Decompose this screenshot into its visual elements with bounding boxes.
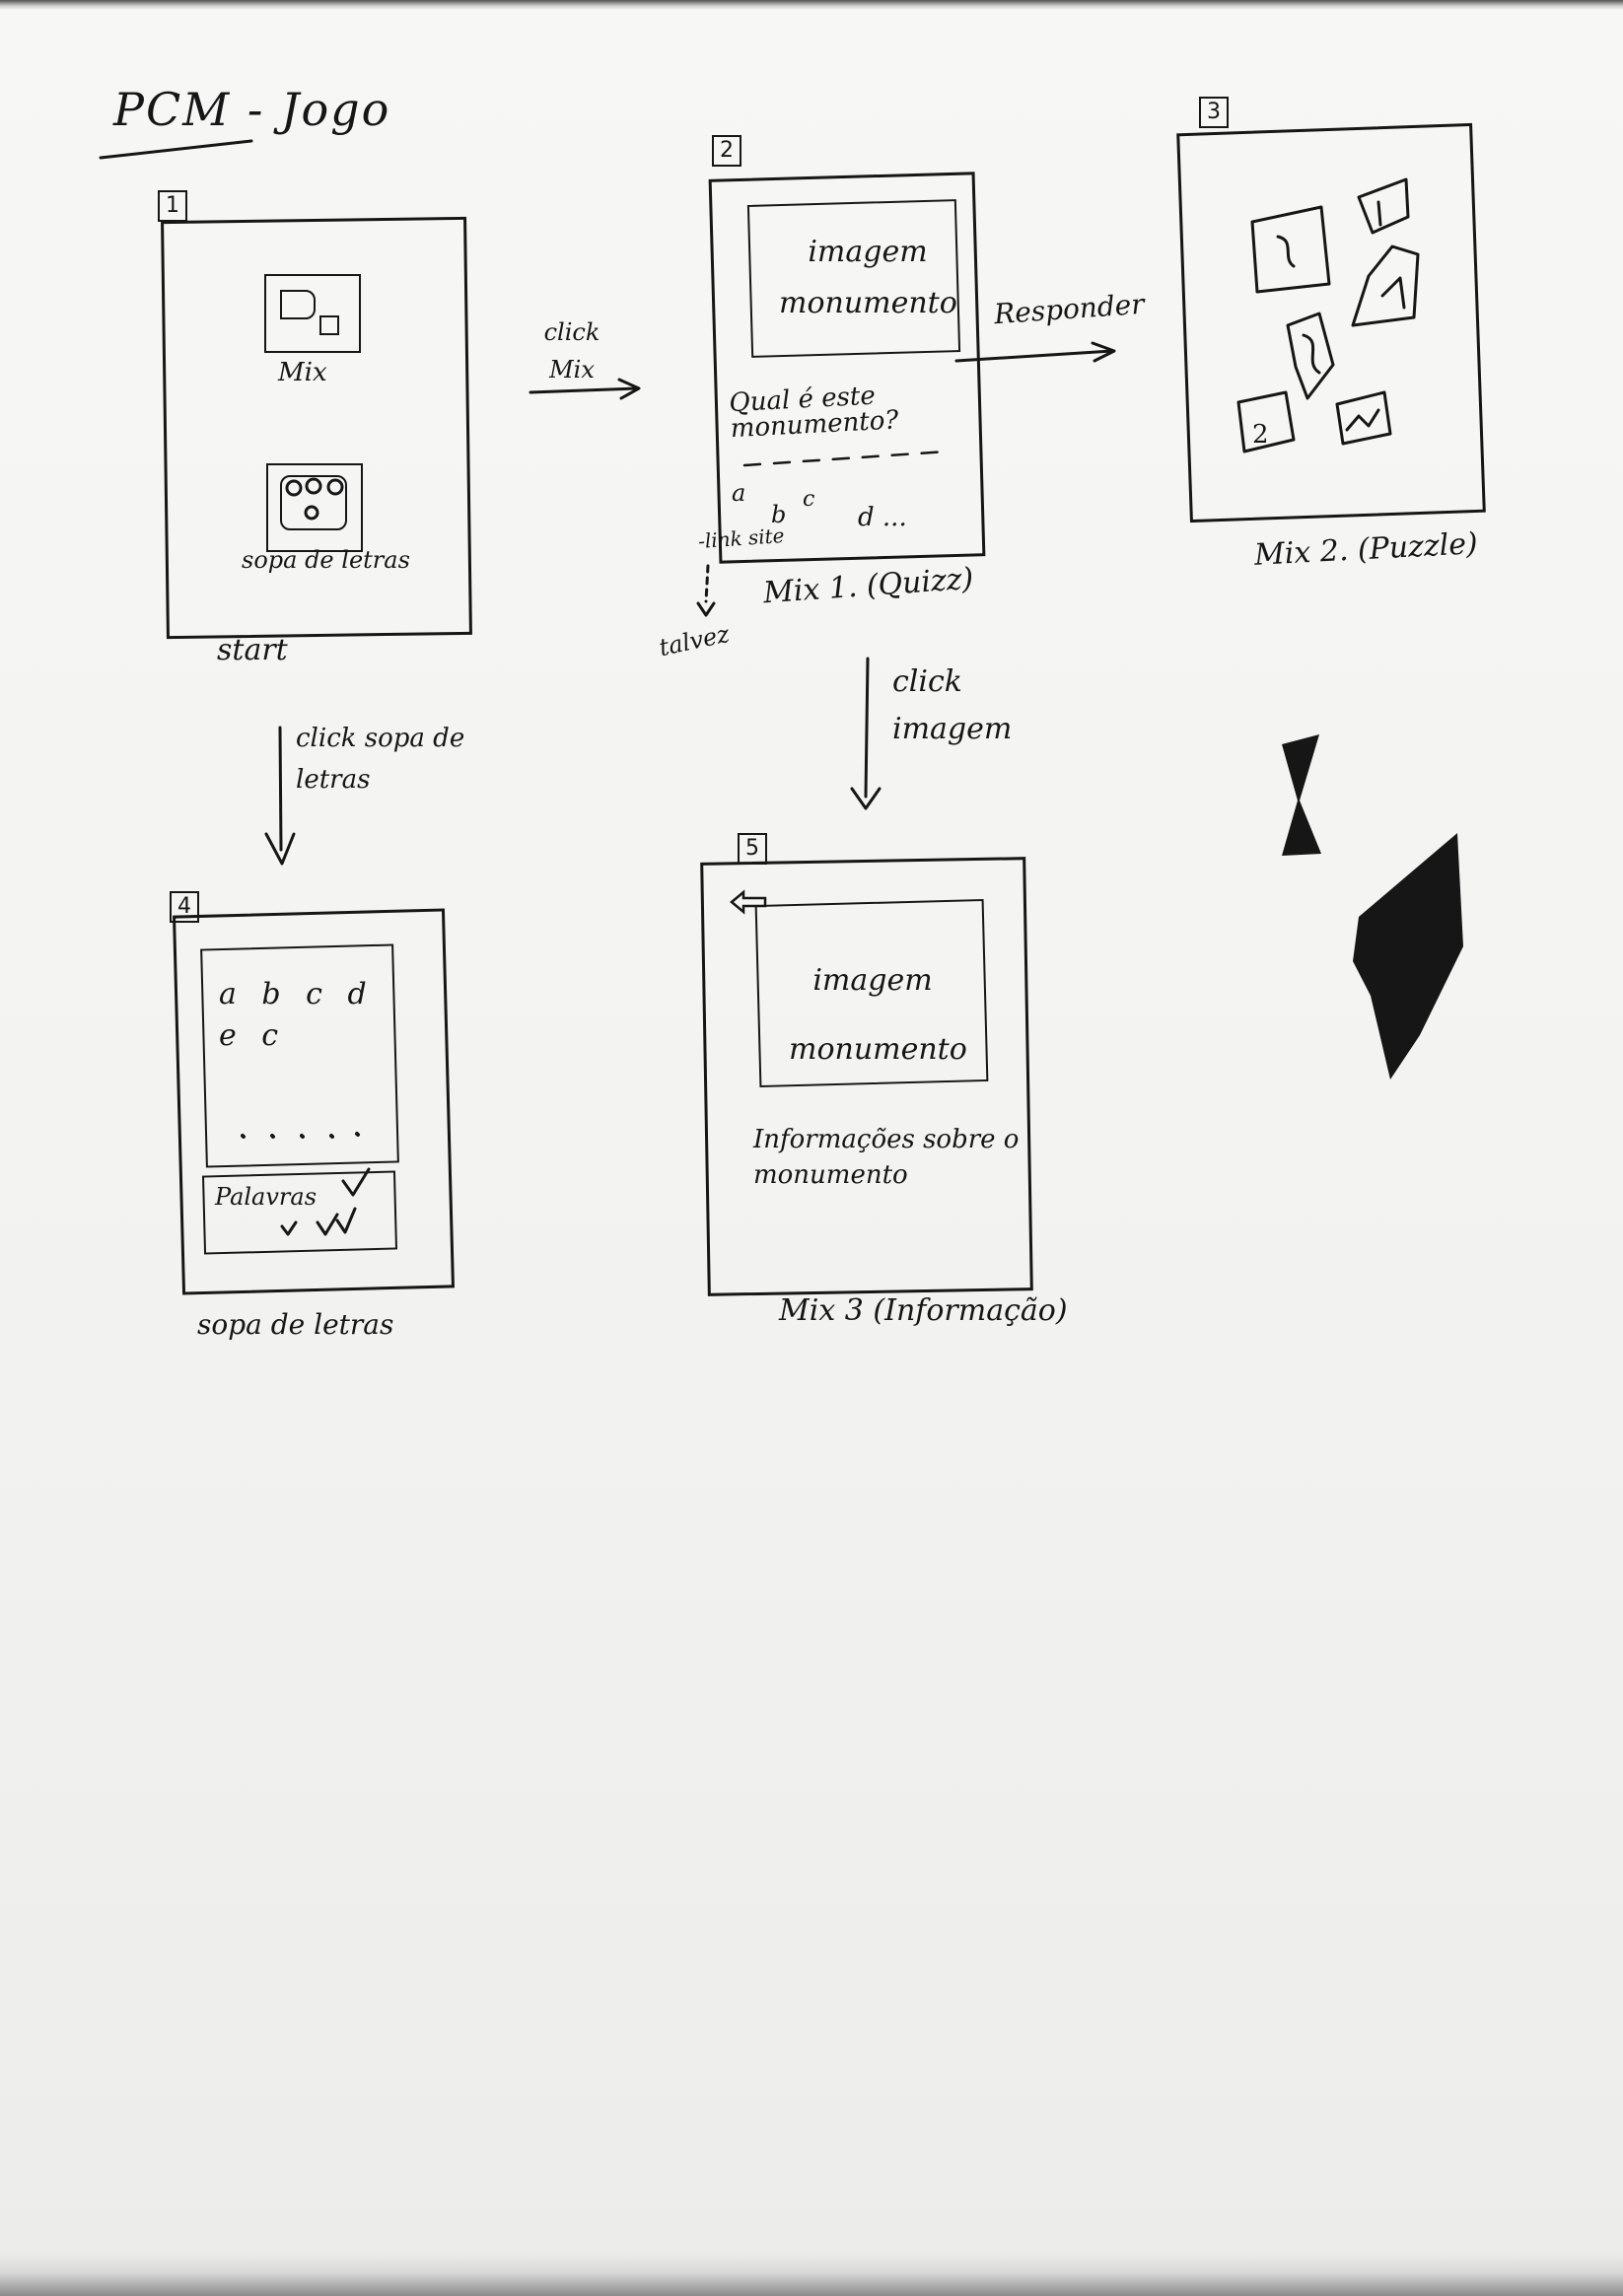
arrow-click-imagem bbox=[850, 657, 882, 810]
arrow-talvez bbox=[704, 564, 710, 603]
arrow-responder bbox=[954, 341, 1116, 363]
puzzle-piece-3 bbox=[1351, 244, 1420, 327]
ink-blot-large bbox=[1353, 833, 1463, 1079]
puzzle-piece-2 bbox=[1357, 177, 1410, 235]
title-underline bbox=[99, 139, 253, 160]
puzzle-piece-5 bbox=[1236, 390, 1296, 453]
puzzle-piece-1 bbox=[1250, 205, 1331, 294]
arrow-click-sopa bbox=[264, 726, 296, 866]
quiz-separator bbox=[742, 450, 949, 467]
ink-blot-hourglass bbox=[1282, 734, 1321, 856]
puzzle-piece-4 bbox=[1286, 312, 1335, 400]
sketch-strokes bbox=[99, 139, 1463, 1236]
puzzle-piece-6 bbox=[1335, 390, 1392, 446]
arrow-click-mix bbox=[529, 378, 641, 400]
